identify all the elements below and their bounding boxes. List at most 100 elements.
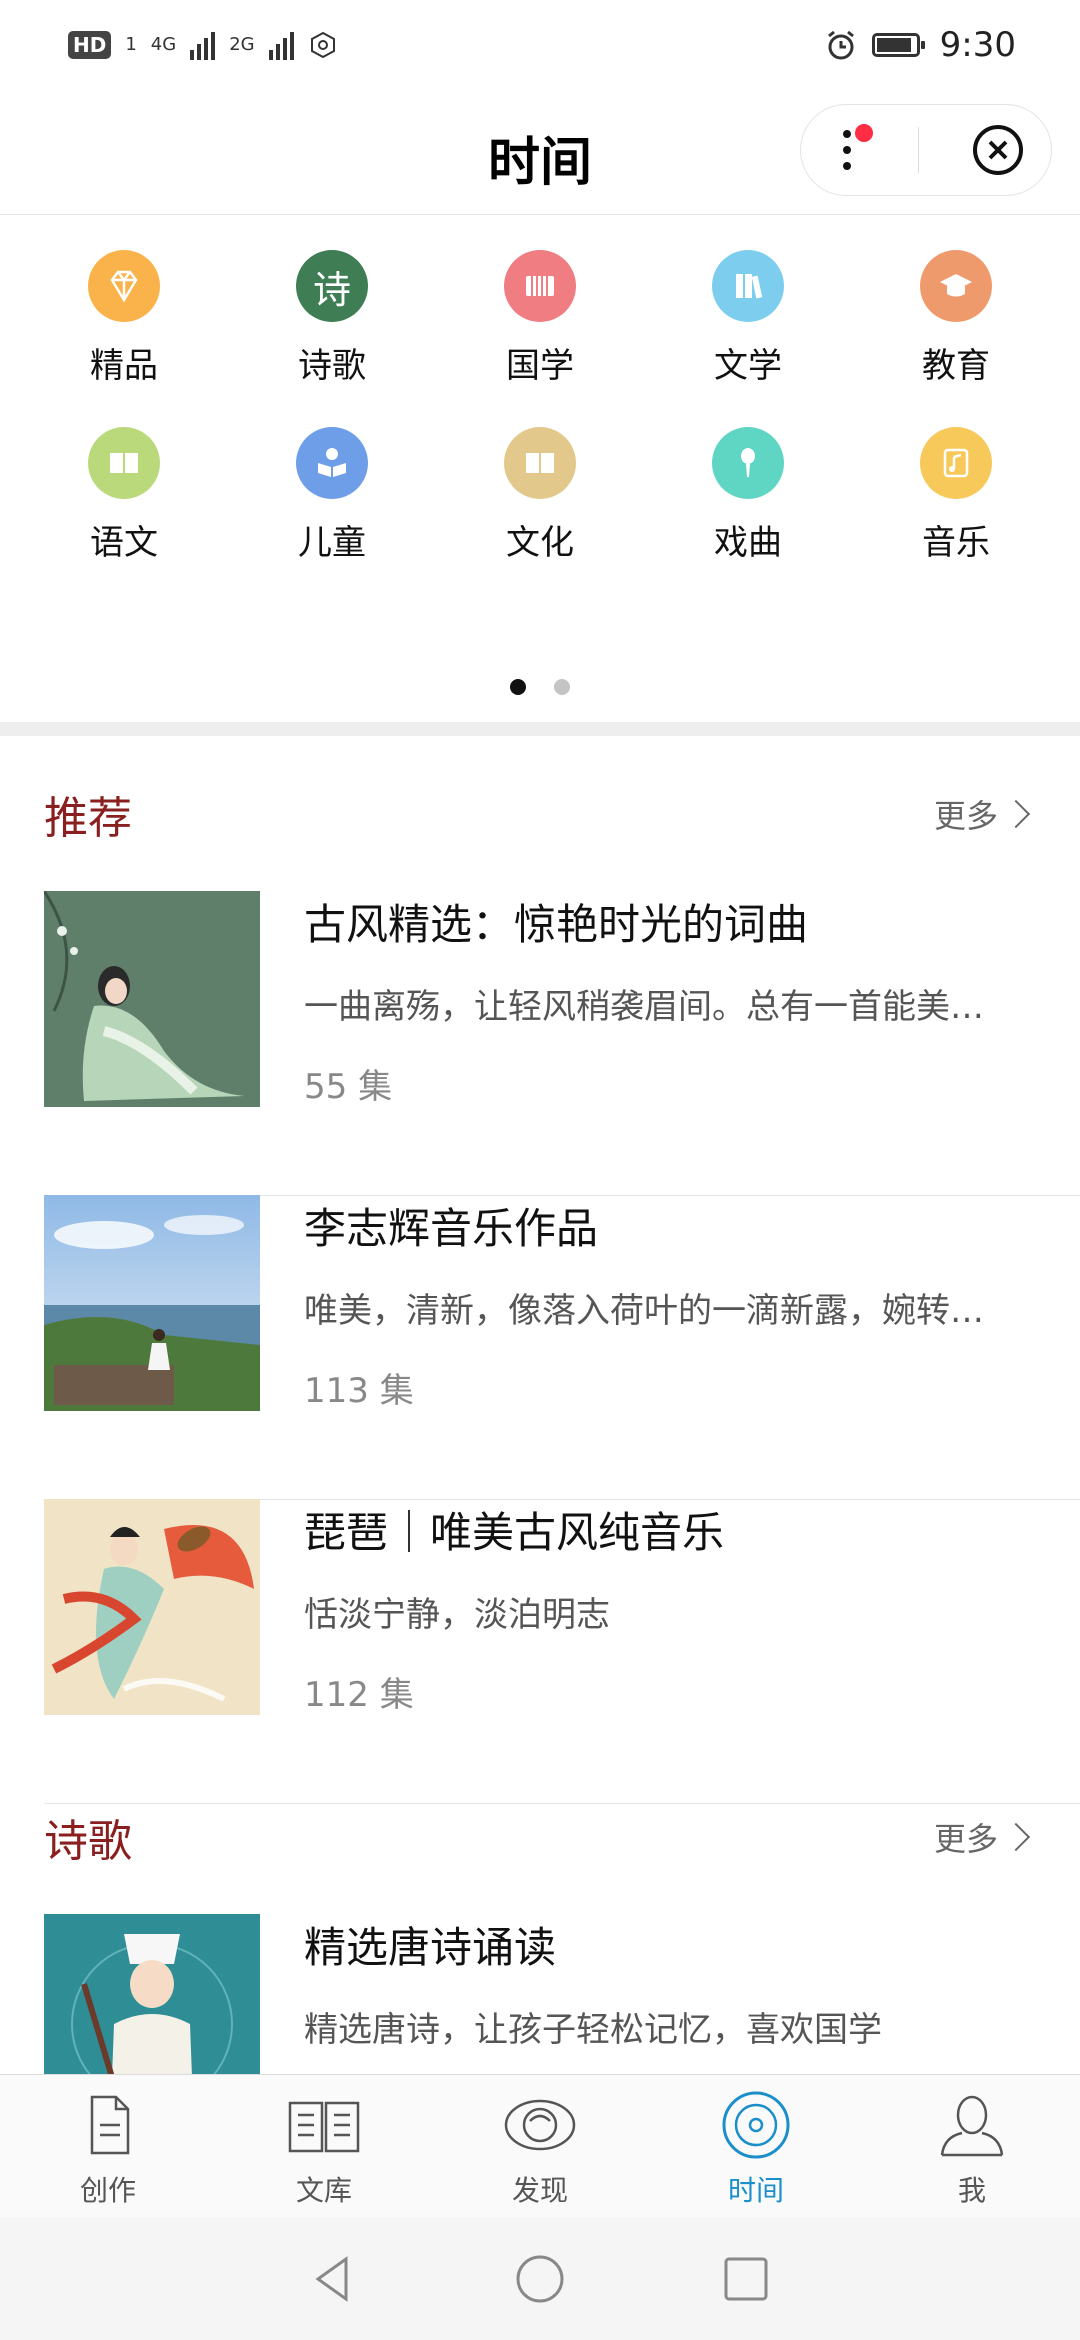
category-label: 语文 xyxy=(90,523,158,563)
list-item[interactable]: 李志辉音乐作品 唯美，清新，像落入荷叶的一滴新露，婉转… 113 集 xyxy=(44,1195,1080,1500)
music-note-icon xyxy=(920,427,992,499)
tab-discover[interactable]: 发现 xyxy=(432,2075,648,2219)
category-label: 文学 xyxy=(714,346,782,386)
back-triangle-icon[interactable] xyxy=(306,2251,362,2307)
category-label: 文化 xyxy=(506,523,574,563)
system-navigation-bar xyxy=(0,2218,1080,2340)
signal-icon xyxy=(268,30,294,60)
episode-count: 113 集 xyxy=(304,1371,414,1411)
album-cover xyxy=(44,1195,260,1411)
section-divider xyxy=(0,722,1080,736)
sim-slot: 1 xyxy=(125,34,137,55)
book-icon xyxy=(504,427,576,499)
category-item[interactable]: 儿童 xyxy=(228,427,436,564)
more-link[interactable]: 更多 xyxy=(933,1814,1031,1860)
close-icon[interactable] xyxy=(971,123,1025,177)
album-cover xyxy=(44,891,260,1107)
category-label: 诗歌 xyxy=(298,346,366,386)
item-title: 古风精选：惊艳时光的词曲 xyxy=(304,900,809,949)
document-icon xyxy=(90,2095,130,2155)
category-label: 戏曲 xyxy=(714,523,782,563)
list-item[interactable]: 琵琶｜唯美古风纯音乐 恬淡宁静，淡泊明志 112 集 xyxy=(44,1499,1080,1804)
more-link[interactable]: 更多 xyxy=(933,791,1031,837)
category-label: 精品 xyxy=(90,346,158,386)
chevron-right-icon xyxy=(1001,1822,1031,1852)
books-icon xyxy=(712,250,784,322)
category-label: 音乐 xyxy=(922,523,990,563)
item-title: 李志辉音乐作品 xyxy=(304,1204,599,1253)
tab-me[interactable]: 我 xyxy=(864,2075,1080,2219)
status-left: HD 1 4G 2G xyxy=(68,30,338,60)
category-item[interactable]: 语文 xyxy=(20,427,228,564)
category-label: 教育 xyxy=(922,346,990,386)
category-item[interactable]: 文学 xyxy=(644,250,852,387)
tab-create[interactable]: 创作 xyxy=(0,2075,216,2219)
bamboo-scroll-icon xyxy=(504,250,576,322)
network-4g-label: 4G xyxy=(150,34,177,55)
person-icon xyxy=(940,2095,1004,2157)
hexagon-settings-icon xyxy=(310,31,335,59)
album-cover xyxy=(44,1914,260,2074)
open-book-icon xyxy=(88,427,160,499)
capsule-divider xyxy=(918,127,920,173)
page-dot xyxy=(554,679,570,695)
category-item[interactable]: 音乐 xyxy=(852,427,1060,564)
tab-library[interactable]: 文库 xyxy=(216,2075,432,2219)
tab-label: 我 xyxy=(957,2174,986,2207)
more-label: 更多 xyxy=(933,1820,998,1858)
more-label: 更多 xyxy=(933,797,998,835)
status-right: 9:30 xyxy=(824,25,1016,65)
microphone-icon xyxy=(712,427,784,499)
album-cover xyxy=(44,1499,260,1715)
signal-icon xyxy=(190,30,216,60)
battery-icon xyxy=(871,33,925,57)
section-header-recommend: 推荐 更多 xyxy=(44,784,1031,844)
bottom-tab-bar: 创作 文库 发现 时间 我 xyxy=(0,2074,1080,2219)
category-item[interactable]: 文化 xyxy=(436,427,644,564)
category-item[interactable]: 戏曲 xyxy=(644,427,852,564)
tab-label: 创作 xyxy=(79,2174,136,2207)
section-title: 推荐 xyxy=(44,793,132,844)
status-bar: HD 1 4G 2G 9:30 xyxy=(0,0,1080,90)
episode-count: 112 集 xyxy=(304,1675,414,1715)
category-label: 国学 xyxy=(506,346,574,386)
tab-time[interactable]: 时间 xyxy=(648,2075,864,2219)
page-dot-active xyxy=(510,679,526,695)
episode-count: 55 集 xyxy=(304,1067,393,1107)
more-menu-button[interactable] xyxy=(827,122,873,178)
mini-program-capsule xyxy=(800,104,1052,196)
disc-icon xyxy=(722,2091,790,2159)
tab-label: 发现 xyxy=(511,2174,568,2207)
diamond-icon xyxy=(88,250,160,322)
item-description: 唯美，清新，像落入荷叶的一滴新露，婉转… xyxy=(304,1291,984,1331)
page-indicator xyxy=(0,679,1080,695)
alarm-icon xyxy=(827,30,854,60)
recents-square-icon[interactable] xyxy=(718,2251,774,2307)
poem-icon: 诗 xyxy=(296,250,368,322)
child-reading-icon xyxy=(296,427,368,499)
section-header-poetry: 诗歌 更多 xyxy=(44,1807,1031,1867)
item-title: 琵琶｜唯美古风纯音乐 xyxy=(304,1508,725,1557)
clock-time: 9:30 xyxy=(939,25,1016,65)
hd-badge: HD xyxy=(68,31,112,59)
tab-label: 时间 xyxy=(727,2174,784,2207)
item-description: 精选唐诗，让孩子轻松记忆，喜欢国学 xyxy=(304,2010,882,2050)
open-book-icon xyxy=(288,2101,360,2153)
item-description: 恬淡宁静，淡泊明志 xyxy=(304,1595,610,1635)
item-description: 一曲离殇，让轻风稍袭眉间。总有一首能美… xyxy=(304,987,984,1027)
eye-icon xyxy=(504,2099,576,2151)
category-item[interactable]: 诗诗歌 xyxy=(228,250,436,387)
home-circle-icon[interactable] xyxy=(512,2251,568,2307)
graduation-cap-icon xyxy=(920,250,992,322)
item-title: 精选唐诗诵读 xyxy=(304,1923,557,1972)
list-item[interactable]: 古风精选：惊艳时光的词曲 一曲离殇，让轻风稍袭眉间。总有一首能美… 55 集 xyxy=(44,891,1080,1196)
category-item[interactable]: 教育 xyxy=(852,250,1060,387)
category-item[interactable]: 精品 xyxy=(20,250,228,387)
notification-dot xyxy=(854,124,873,142)
category-item[interactable]: 国学 xyxy=(436,250,644,387)
category-label: 儿童 xyxy=(298,523,366,563)
title-bar: 时间 xyxy=(0,90,1080,215)
network-2g-label: 2G xyxy=(229,34,255,55)
category-grid: 精品诗诗歌 国学 文学 教育 语文 儿童 文化 戏曲 音乐 xyxy=(0,250,1080,564)
tab-label: 文库 xyxy=(295,2174,352,2207)
